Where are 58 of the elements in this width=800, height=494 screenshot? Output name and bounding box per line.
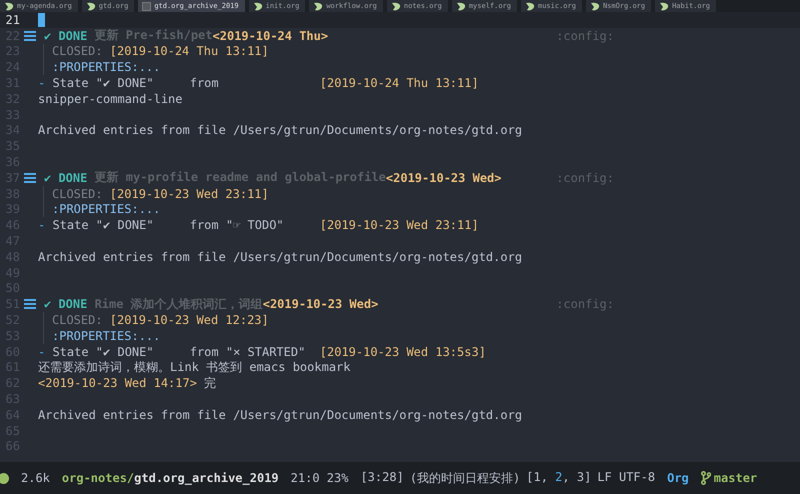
timestamp: <2019-10-23 Wed 14:17> <box>38 376 197 390</box>
line-text: State "✔ DONE" from "× STARTED" <box>52 344 306 359</box>
cursor-position: 21:0 23% <box>290 471 348 485</box>
leaf-icon <box>86 2 96 10</box>
encoding: LF UTF-8 <box>597 470 656 486</box>
line-text: snipper-command-line <box>38 92 182 106</box>
line-text: Archived entries from file /Users/gtrun/Documents/org-notes/gtd.org <box>38 123 522 138</box>
list-icon[interactable] <box>24 30 36 41</box>
directory-name: org-notes/ <box>62 471 134 485</box>
closed-label: CLOSED: <box>52 186 104 201</box>
timestamp: [2019-10-24 Thu 13:11] <box>320 76 479 90</box>
timestamp: [2019-10-23 Wed 12:23] <box>110 313 269 328</box>
major-mode: Org <box>667 471 689 485</box>
line-number: 21 <box>4 12 20 27</box>
line-text: Archived entries from file /Users/gtrun/Documents/org-notes/gtd.org <box>38 250 522 264</box>
leaf-icon <box>659 2 670 10</box>
timestamp: [2019-10-23 Wed 23:11] <box>110 186 269 201</box>
list-icon[interactable] <box>24 172 36 183</box>
leaf-icon <box>456 2 466 10</box>
leaf-icon <box>4 2 14 10</box>
file-icon <box>142 2 152 10</box>
list-bullet: - <box>38 218 46 232</box>
properties-drawer: :PROPERTIES:... <box>52 328 160 343</box>
workspace-indicator[interactable]: [1, 2, 3] <box>526 470 592 486</box>
list-bullet: - <box>38 344 46 359</box>
properties-drawer: :PROPERTIES:... <box>52 60 160 74</box>
line-text: State "✔ DONE" from <box>52 76 220 90</box>
done-keyword: ✔ DONE <box>44 28 88 43</box>
file-name: gtd.org_archive_2019 <box>134 471 279 485</box>
closed-label: CLOSED: <box>52 313 104 328</box>
status-dot <box>0 472 9 484</box>
timestamp: [2019-10-23 Wed 23:11] <box>320 218 479 232</box>
heading-date: <2019-10-23 Wed> <box>386 170 502 185</box>
leaf-icon <box>252 2 263 10</box>
list-bullet: - <box>38 76 46 90</box>
line-text: State "✔ DONE" from "☞ TODO" <box>52 218 285 232</box>
text-cursor <box>38 12 45 27</box>
clock-time: [3:28] <box>360 470 404 486</box>
done-keyword: ✔ DONE <box>44 297 88 312</box>
buffer-size: 2.6k <box>21 471 50 485</box>
leaf-icon <box>313 2 324 10</box>
timestamp: [2019-10-24 Thu 13:11] <box>110 44 269 58</box>
leaf-icon <box>590 2 600 10</box>
done-keyword: ✔ DONE <box>44 170 88 185</box>
closed-label: CLOSED: <box>52 44 104 58</box>
list-icon[interactable] <box>24 299 36 310</box>
line-text: 完 <box>203 374 216 392</box>
line-text: 还需要添加诗词，模糊。Link 书签到 emacs bookmark <box>38 358 350 376</box>
timestamp: [2019-10-23 Wed 13:5s3] <box>320 344 486 359</box>
leaf-icon <box>525 2 535 10</box>
properties-drawer: :PROPERTIES:... <box>52 202 160 216</box>
leaf-icon <box>390 2 401 10</box>
line-text: Archived entries from file /Users/gtrun/Documents/org-notes/gtd.org <box>38 408 522 422</box>
git-branch-icon <box>700 471 711 485</box>
heading-date: <2019-10-23 Wed> <box>262 297 378 312</box>
heading-date: <2019-10-24 Thu> <box>212 28 328 43</box>
clocked-task: (我的时间日程安排) <box>410 470 520 486</box>
git-branch: master <box>714 471 758 485</box>
